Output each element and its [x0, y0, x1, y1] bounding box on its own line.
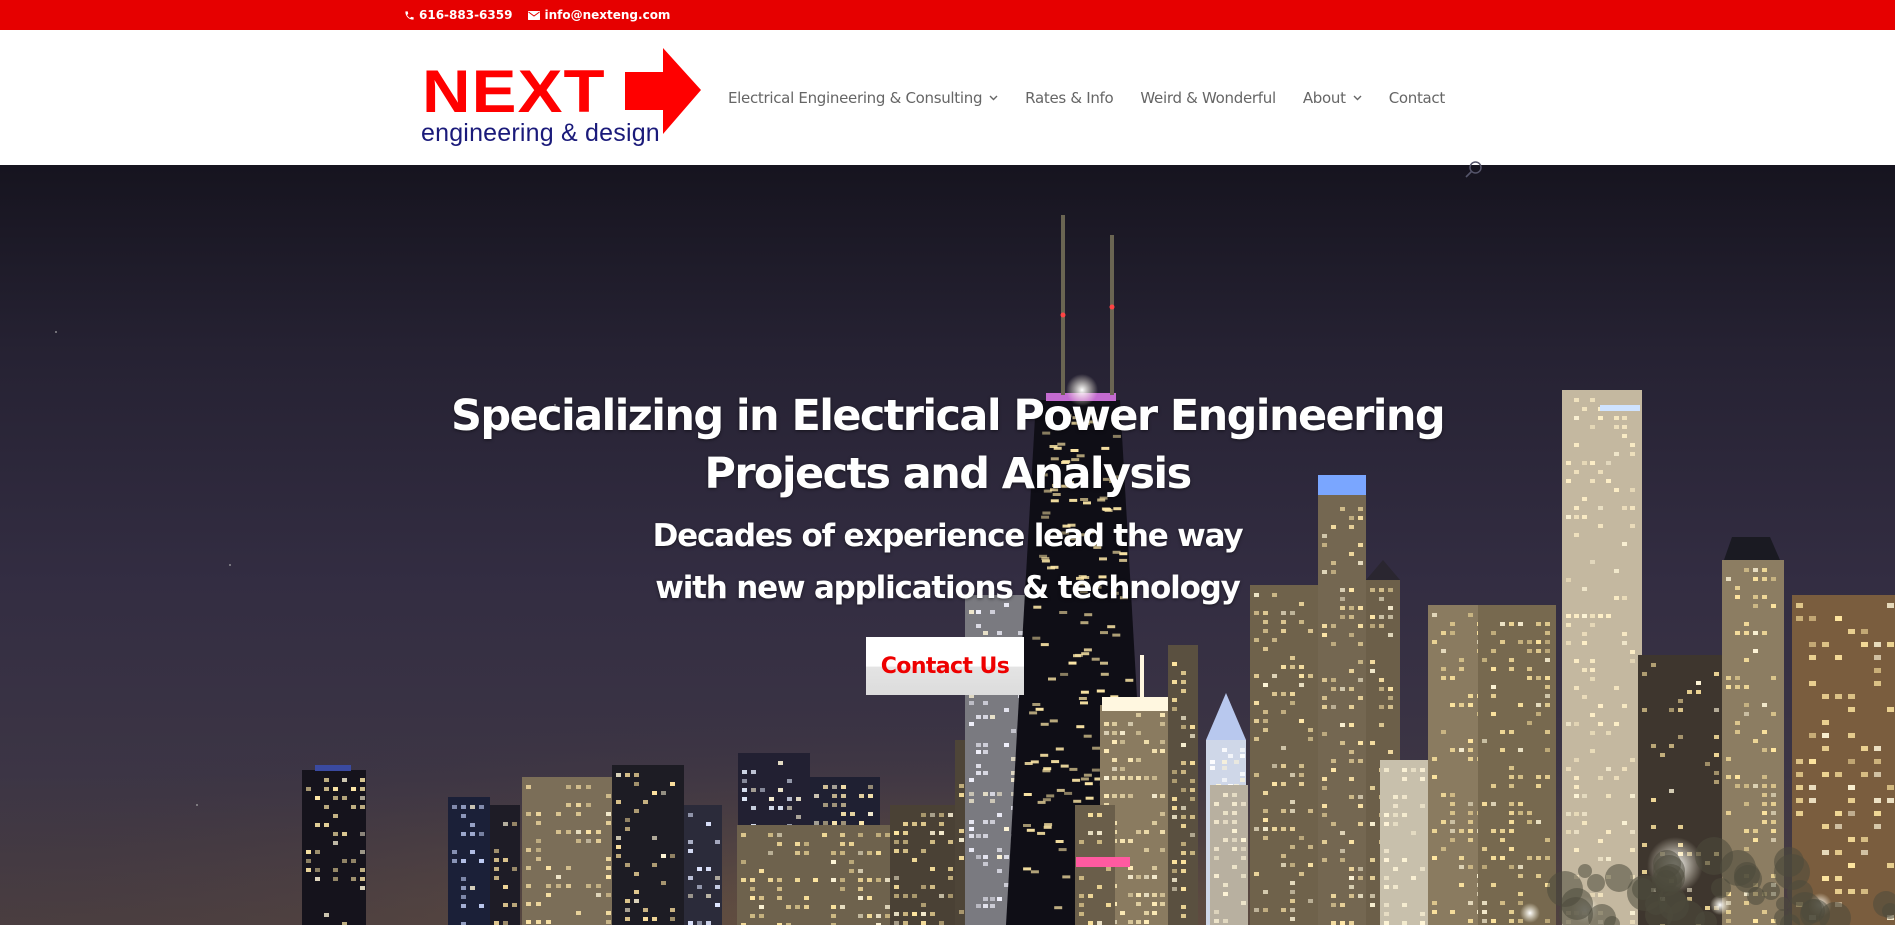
hero-title-line-2: Projects and Analysis — [704, 449, 1192, 499]
envelope-icon — [528, 10, 541, 20]
chevron-down-icon — [1353, 95, 1362, 100]
nav-item-electrical-engineering[interactable]: Electrical Engineering & Consulting — [728, 89, 998, 107]
hero-content: Specializing in Electrical Power Enginee… — [0, 165, 1895, 925]
nav-item-about[interactable]: About — [1303, 89, 1362, 107]
hero-subtitle: Decades of experience lead the way with … — [0, 510, 1895, 614]
hero-title-line-1: Specializing in Electrical Power Enginee… — [450, 391, 1446, 441]
hero-section: Specializing in Electrical Power Enginee… — [0, 165, 1895, 925]
phone-icon — [405, 10, 414, 20]
right-arrow-icon — [625, 48, 701, 134]
hero-subtitle-line-1: Decades of experience lead the way — [652, 518, 1244, 554]
chevron-down-icon — [989, 95, 998, 100]
email-link[interactable]: info@nexteng.com — [528, 8, 670, 22]
nav-item-label: Contact — [1388, 88, 1446, 107]
hero-title: Specializing in Electrical Power Enginee… — [0, 387, 1895, 503]
search-icon — [1465, 161, 1482, 178]
page-bottom-edge — [0, 925, 1895, 935]
hero-subtitle-line-2: with new applications & technology — [655, 570, 1241, 606]
search-button[interactable] — [1464, 160, 1484, 180]
nav-item-label: Electrical Engineering & Consulting — [728, 88, 983, 107]
site-header: NEXT engineering & design Electrical Eng… — [0, 30, 1895, 165]
phone-number: 616-883-6359 — [419, 8, 513, 22]
top-contact-bar: 616-883-6359 info@nexteng.com — [0, 0, 1895, 30]
nav-item-rates-info[interactable]: Rates & Info — [1025, 88, 1114, 107]
main-navigation: Electrical Engineering & Consulting Rate… — [728, 30, 1472, 165]
nav-item-weird-wonderful[interactable]: Weird & Wonderful — [1140, 88, 1276, 107]
email-address: info@nexteng.com — [544, 8, 671, 22]
contact-us-button[interactable]: Contact Us — [866, 637, 1024, 695]
logo-brand-text: NEXT — [422, 58, 606, 125]
nav-item-label: About — [1302, 88, 1346, 107]
phone-link[interactable]: 616-883-6359 — [404, 8, 512, 22]
site-logo[interactable]: NEXT engineering & design — [420, 48, 701, 153]
nav-item-contact[interactable]: Contact — [1388, 88, 1446, 107]
nav-item-label: Rates & Info — [1025, 88, 1114, 107]
nav-item-label: Weird & Wonderful — [1140, 88, 1276, 107]
